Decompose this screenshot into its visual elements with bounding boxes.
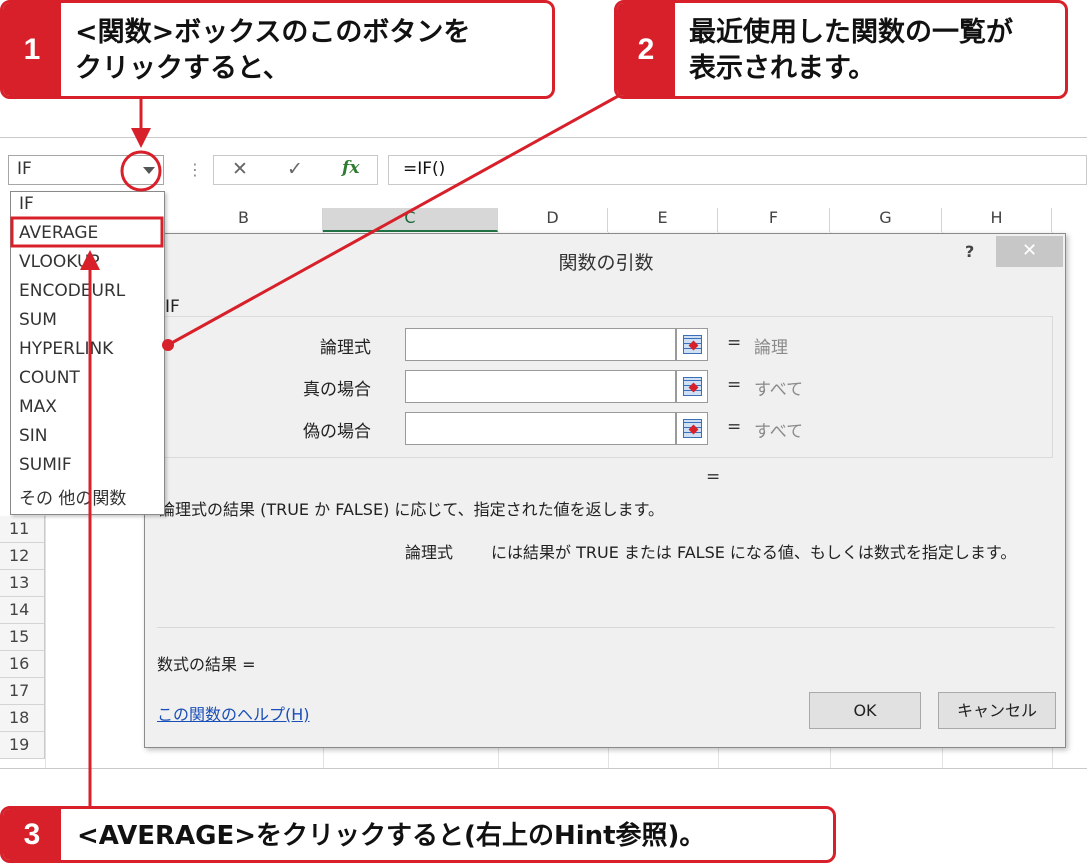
function-item-max[interactable]: MAX [11, 395, 164, 424]
function-item-average[interactable]: AVERAGE [11, 221, 164, 250]
cancel-icon[interactable]: ✕ [232, 158, 248, 180]
column-header-d[interactable]: D [498, 208, 608, 232]
argument-equals: = [727, 333, 742, 353]
range-select-icon [683, 377, 702, 396]
formula-value: =IF() [403, 159, 446, 179]
range-select-icon [683, 419, 702, 438]
row-header-12[interactable]: 12 [0, 543, 45, 570]
formula-input[interactable]: =IF() [388, 155, 1087, 185]
name-box-value: IF [17, 159, 32, 179]
close-button[interactable]: ✕ [996, 236, 1063, 267]
row-header-14[interactable]: 14 [0, 597, 45, 624]
function-result-equals: = [706, 467, 721, 487]
function-item-sumif[interactable]: SUMIF [11, 453, 164, 482]
argument-input-value-if-false[interactable] [405, 412, 676, 445]
step-number-1: 1 [3, 3, 61, 96]
argument-equals: = [727, 375, 742, 395]
argument-hint-value-if-false: すべて [754, 422, 804, 442]
function-help-link[interactable]: この関数のヘルプ(H) [157, 701, 310, 725]
callout-step-3: 3 <AVERAGE>をクリックすると(右上のHint参照)。 [0, 806, 836, 863]
ok-button[interactable]: OK [809, 692, 921, 729]
function-item-count[interactable]: COUNT [11, 366, 164, 395]
row-header-18[interactable]: 18 [0, 705, 45, 732]
argument-hint-logical-test: 論理 [754, 338, 788, 358]
collapse-dialog-button[interactable] [676, 370, 708, 403]
row-header-17[interactable]: 17 [0, 678, 45, 705]
column-header-e[interactable]: E [608, 208, 718, 232]
row-header-16[interactable]: 16 [0, 651, 45, 678]
function-item-more-functions[interactable]: その 他の関数 [11, 482, 164, 511]
formula-result: 数式の結果 = [157, 655, 256, 674]
callout-step-1-text: <関数>ボックスのこのボタンを クリックすると、 [75, 17, 471, 84]
function-item-encodeurl[interactable]: ENCODEURL [11, 279, 164, 308]
column-header-g[interactable]: G [830, 208, 942, 232]
argument-input-value-if-true[interactable] [405, 370, 676, 403]
collapse-dialog-button[interactable] [676, 328, 708, 361]
argument-label-value-if-false: 偽の場合 [303, 422, 371, 442]
callout-step-3-text: <AVERAGE>をクリックすると(右上のHint参照)。 [77, 821, 706, 851]
dialog-title: 関数の引数 [558, 252, 654, 274]
step-number-3: 3 [3, 809, 61, 860]
arguments-group: 論理式 = 論理 真の場合 = すべて 偽の場合 = すべて [163, 316, 1053, 458]
row-header-15[interactable]: 15 [0, 624, 45, 651]
collapse-dialog-button[interactable] [676, 412, 708, 445]
argument-equals: = [727, 417, 742, 437]
excel-window: IF ⋮ ✕ ✓ fx =IF() B C D E F G H 11 12 13… [0, 137, 1087, 769]
callout-step-2: 2 最近使用した関数の一覧が 表示されます。 [614, 0, 1068, 99]
insert-function-icon[interactable]: fx [342, 158, 359, 178]
column-header-c[interactable]: C [323, 208, 498, 232]
row-header-13[interactable]: 13 [0, 570, 45, 597]
cancel-button[interactable]: キャンセル [938, 692, 1056, 729]
row-header-11[interactable]: 11 [0, 516, 45, 543]
argument-label-logical-test: 論理式 [320, 338, 371, 358]
argument-hint-value-if-true: すべて [754, 380, 804, 400]
function-item-sum[interactable]: SUM [11, 308, 164, 337]
function-item-sin[interactable]: SIN [11, 424, 164, 453]
column-header-f[interactable]: F [718, 208, 830, 232]
row-header-19[interactable]: 19 [0, 732, 45, 759]
function-item-if[interactable]: IF [11, 192, 164, 221]
function-item-vlookup[interactable]: VLOOKUP [11, 250, 164, 279]
name-box[interactable]: IF [8, 155, 164, 185]
function-arguments-dialog: 関数の引数 ? ✕ IF 論理式 = 論理 真の場合 = すべて 偽の場合 = … [144, 233, 1066, 748]
callout-step-1: 1 <関数>ボックスのこのボタンを クリックすると、 [0, 0, 555, 99]
function-item-hyperlink[interactable]: HYPERLINK [11, 337, 164, 366]
function-description: 論理式の結果 (TRUE か FALSE) に応じて、指定された値を返します。 [159, 500, 664, 519]
column-header-h[interactable]: H [942, 208, 1052, 232]
help-icon[interactable]: ? [965, 242, 974, 261]
step-number-2: 2 [617, 3, 675, 96]
name-box-dropdown-icon[interactable] [143, 167, 155, 174]
range-select-icon [683, 335, 702, 354]
callout-step-2-text: 最近使用した関数の一覧が 表示されます。 [689, 17, 1013, 84]
argument-input-logical-test[interactable] [405, 328, 676, 361]
column-header-b[interactable]: B [165, 208, 323, 232]
formula-bar-grip-icon: ⋮ [187, 160, 203, 179]
argument-label-value-if-true: 真の場合 [303, 380, 371, 400]
divider [157, 627, 1055, 628]
argument-description-name: 論理式 [405, 543, 454, 562]
recent-functions-dropdown: IF AVERAGE VLOOKUP ENCODEURL SUM HYPERLI… [10, 191, 165, 515]
argument-description: には結果が TRUE または FALSE になる値、もしくは数式を指定します。 [491, 543, 1017, 562]
enter-icon[interactable]: ✓ [287, 158, 303, 180]
formula-bar-buttons: ✕ ✓ fx [213, 155, 378, 185]
dialog-function-name: IF [165, 297, 180, 317]
